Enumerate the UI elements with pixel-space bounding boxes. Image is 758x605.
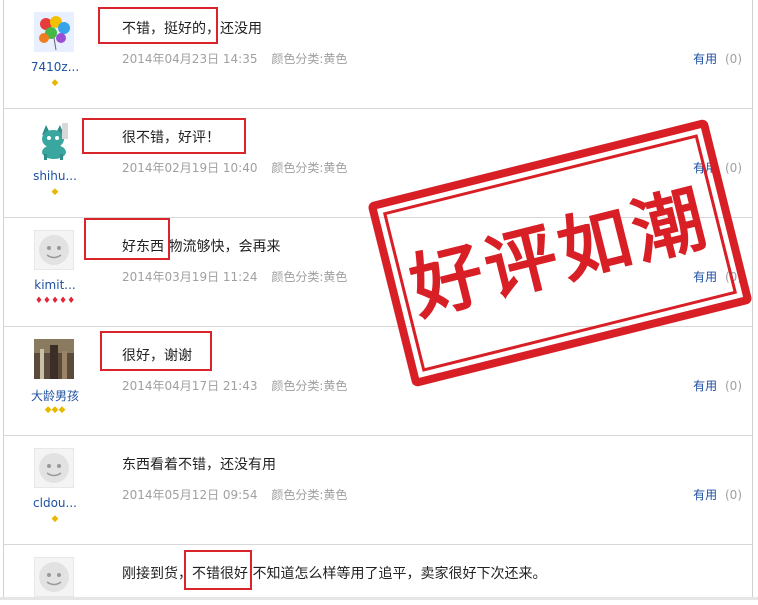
avatar[interactable] bbox=[34, 339, 74, 379]
review-meta: 2014年04月23日 14:35 颜色分类:黄色 bbox=[122, 50, 357, 67]
buyer-level-badge: ♦♦♦♦♦ bbox=[34, 296, 76, 306]
review-color-option: 颜色分类:黄色 bbox=[271, 52, 348, 66]
review-date: 2014年04月23日 14:35 bbox=[122, 52, 258, 66]
username[interactable]: cldou... bbox=[18, 496, 92, 510]
username[interactable]: 大龄男孩 bbox=[18, 387, 92, 404]
review-color-option: 颜色分类:黄色 bbox=[271, 161, 348, 175]
highlight-box bbox=[84, 218, 170, 260]
review-row: 刚接到货，不错很好 不知道怎么样等用了追平，卖家很好下次还来。 bbox=[4, 545, 752, 605]
review-date: 2014年03月19日 11:24 bbox=[122, 270, 258, 284]
buyer-level-badge: ◆ bbox=[51, 187, 59, 197]
avatar[interactable] bbox=[34, 448, 74, 488]
default-avatar-icon bbox=[34, 448, 74, 488]
review-meta: 2014年05月12日 09:54 颜色分类:黄色 bbox=[122, 486, 357, 503]
highlight-box bbox=[100, 331, 212, 371]
review-meta: 2014年04月17日 21:43 颜色分类:黄色 bbox=[122, 377, 357, 394]
useful-vote: 有用 (0) bbox=[693, 50, 742, 67]
photo-avatar-icon bbox=[34, 339, 74, 379]
username[interactable]: kimit... bbox=[18, 278, 92, 292]
default-avatar-icon bbox=[34, 557, 74, 597]
review-text: 东西看着不错，还没有用 bbox=[122, 457, 276, 473]
username[interactable]: 7410z... bbox=[18, 60, 92, 74]
default-avatar-icon bbox=[34, 230, 74, 270]
buyer-level-badge: ◆ bbox=[51, 78, 59, 88]
useful-button[interactable]: 有用 bbox=[693, 488, 717, 502]
useful-count: (0) bbox=[725, 161, 742, 175]
useful-count: (0) bbox=[725, 379, 742, 393]
avatar[interactable] bbox=[34, 121, 74, 161]
useful-count: (0) bbox=[725, 52, 742, 66]
useful-vote: 有用 (0) bbox=[693, 486, 742, 503]
useful-count: (0) bbox=[725, 488, 742, 502]
useful-button[interactable]: 有用 bbox=[693, 52, 717, 66]
highlight-box bbox=[184, 550, 252, 590]
review-row: cldou... ◆ 东西看着不错，还没有用 2014年05月12日 09:54… bbox=[4, 436, 752, 545]
review-meta: 2014年02月19日 10:40 颜色分类:黄色 bbox=[122, 159, 357, 176]
avatar[interactable] bbox=[34, 230, 74, 270]
cat-avatar-icon bbox=[34, 121, 74, 161]
review-color-option: 颜色分类:黄色 bbox=[271, 488, 348, 502]
review-color-option: 颜色分类:黄色 bbox=[271, 379, 348, 393]
review-meta: 2014年03月19日 11:24 颜色分类:黄色 bbox=[122, 268, 357, 285]
useful-button[interactable]: 有用 bbox=[693, 379, 717, 393]
review-date: 2014年05月12日 09:54 bbox=[122, 488, 258, 502]
review-date: 2014年02月19日 10:40 bbox=[122, 161, 258, 175]
avatar[interactable] bbox=[34, 557, 74, 597]
buyer-level-badge: ◆◆◆ bbox=[44, 405, 66, 415]
review-date: 2014年04月17日 21:43 bbox=[122, 379, 258, 393]
avatar[interactable] bbox=[34, 12, 74, 52]
useful-vote: 有用 (0) bbox=[693, 377, 742, 394]
balloons-avatar-icon bbox=[34, 12, 74, 52]
review-color-option: 颜色分类:黄色 bbox=[271, 270, 348, 284]
highlight-box bbox=[98, 7, 218, 44]
buyer-level-badge: ◆ bbox=[51, 514, 59, 524]
username[interactable]: shihu... bbox=[18, 169, 92, 183]
highlight-box bbox=[82, 118, 246, 154]
